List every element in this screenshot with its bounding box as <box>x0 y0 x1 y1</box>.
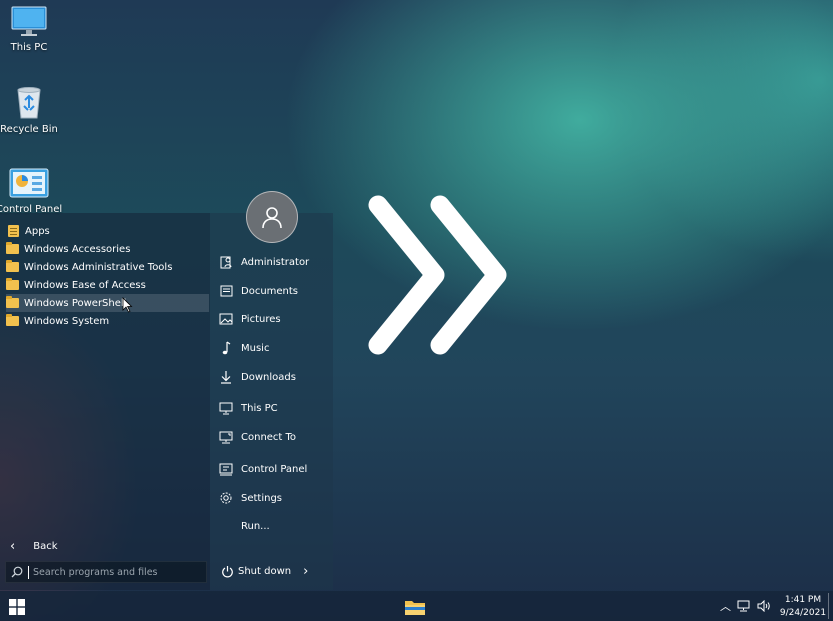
connect-icon <box>218 430 234 444</box>
system-tray: ︿ <box>720 598 771 614</box>
double-chevron-right-icon <box>368 195 507 355</box>
program-item-label: Windows Ease of Access <box>24 279 146 291</box>
shutdown-label: Shut down <box>238 566 292 577</box>
program-item-windows-ease-of-access[interactable]: Windows Ease of Access <box>6 276 209 294</box>
user-icon <box>262 207 282 229</box>
apps-icon <box>8 225 19 237</box>
back-button[interactable]: ‹ Back <box>10 539 57 554</box>
desktop-icon-control-panel[interactable]: Control Panel <box>0 168 64 215</box>
place-item-this-pc[interactable]: This PC <box>218 399 278 417</box>
program-item-label: Windows Accessories <box>24 243 131 255</box>
desktop-icon-label: Recycle Bin <box>0 124 58 135</box>
place-item-label: Run... <box>241 520 270 532</box>
place-item-label: Documents <box>241 285 299 297</box>
gear-icon <box>218 491 234 505</box>
place-item-label: Connect To <box>241 431 297 443</box>
taskbar-clock[interactable]: 1:41 PM 9/24/2021 <box>778 594 828 620</box>
folder-icon <box>6 278 19 290</box>
chevron-left-icon: ‹ <box>10 539 16 554</box>
place-item-connect-to[interactable]: Connect To <box>218 428 296 446</box>
folder-icon <box>6 242 19 254</box>
place-item-label: Downloads <box>241 371 296 383</box>
place-item-music[interactable]: Music <box>218 339 269 357</box>
program-item-label: Windows System <box>24 315 110 327</box>
run-icon <box>218 519 234 533</box>
place-item-label: Administrator <box>241 256 310 268</box>
place-item-label: This PC <box>241 402 278 414</box>
chevron-right-icon[interactable]: › <box>303 564 308 579</box>
recycle-bin-icon <box>17 87 41 119</box>
monitor-icon <box>11 6 47 36</box>
search-icon <box>6 566 28 578</box>
place-item-documents[interactable]: Documents <box>218 282 298 300</box>
folder-icon <box>6 260 19 272</box>
mouse-cursor-icon <box>122 297 133 313</box>
power-icon <box>222 566 233 578</box>
place-item-label: Music <box>241 342 270 354</box>
place-item-control-panel[interactable]: Control Panel <box>218 460 307 478</box>
program-item-label: Windows PowerShell <box>24 297 127 309</box>
program-item-windows-system[interactable]: Windows System <box>6 312 209 330</box>
place-item-label: Pictures <box>241 313 281 325</box>
place-item-settings[interactable]: Settings <box>218 489 282 507</box>
back-label: Back <box>33 541 58 552</box>
desktop-icon-label: This PC <box>10 42 48 53</box>
user-avatar[interactable] <box>246 191 298 243</box>
computer-icon <box>218 401 234 415</box>
place-item-downloads[interactable]: Downloads <box>218 368 296 386</box>
folder-icon <box>6 314 19 326</box>
show-desktop-button[interactable] <box>828 593 829 619</box>
start-button[interactable] <box>9 599 25 615</box>
clock-date: 9/24/2021 <box>779 608 827 618</box>
control-panel-icon <box>9 168 49 198</box>
search-placeholder: Search programs and files <box>33 566 158 578</box>
program-item-label: Windows Administrative Tools <box>24 261 173 273</box>
shutdown-button[interactable]: Shut down › <box>221 564 308 579</box>
download-icon <box>218 370 234 384</box>
volume-icon[interactable] <box>757 600 771 612</box>
user-folder-icon <box>218 255 234 269</box>
file-explorer-icon[interactable] <box>404 598 426 616</box>
picture-icon <box>218 312 234 326</box>
desktop-icon-this-pc[interactable]: This PC <box>0 6 64 53</box>
program-item-apps[interactable]: Apps <box>6 222 209 240</box>
program-item-windows-accessories[interactable]: Windows Accessories <box>6 240 209 258</box>
clock-time: 1:41 PM <box>784 595 822 605</box>
music-icon <box>218 341 234 355</box>
place-item-pictures[interactable]: Pictures <box>218 310 281 328</box>
desktop-icon-recycle-bin[interactable]: Recycle Bin <box>0 86 64 135</box>
place-item-label: Control Panel <box>241 463 308 475</box>
search-input[interactable]: Search programs and files <box>5 561 207 583</box>
document-icon <box>218 284 234 298</box>
folder-icon <box>6 296 19 308</box>
program-item-windows-administrative-tools[interactable]: Windows Administrative Tools <box>6 258 209 276</box>
program-item-windows-powershell[interactable]: Windows PowerShell <box>6 294 209 312</box>
place-item-run[interactable]: Run... <box>218 517 270 535</box>
place-item-label: Settings <box>241 492 283 504</box>
chevron-up-icon[interactable]: ︿ <box>720 598 731 614</box>
place-item-administrator[interactable]: Administrator <box>218 253 309 271</box>
text-caret <box>28 565 29 579</box>
network-icon[interactable] <box>737 600 751 612</box>
control-panel-icon <box>218 462 234 476</box>
program-item-label: Apps <box>25 225 50 237</box>
